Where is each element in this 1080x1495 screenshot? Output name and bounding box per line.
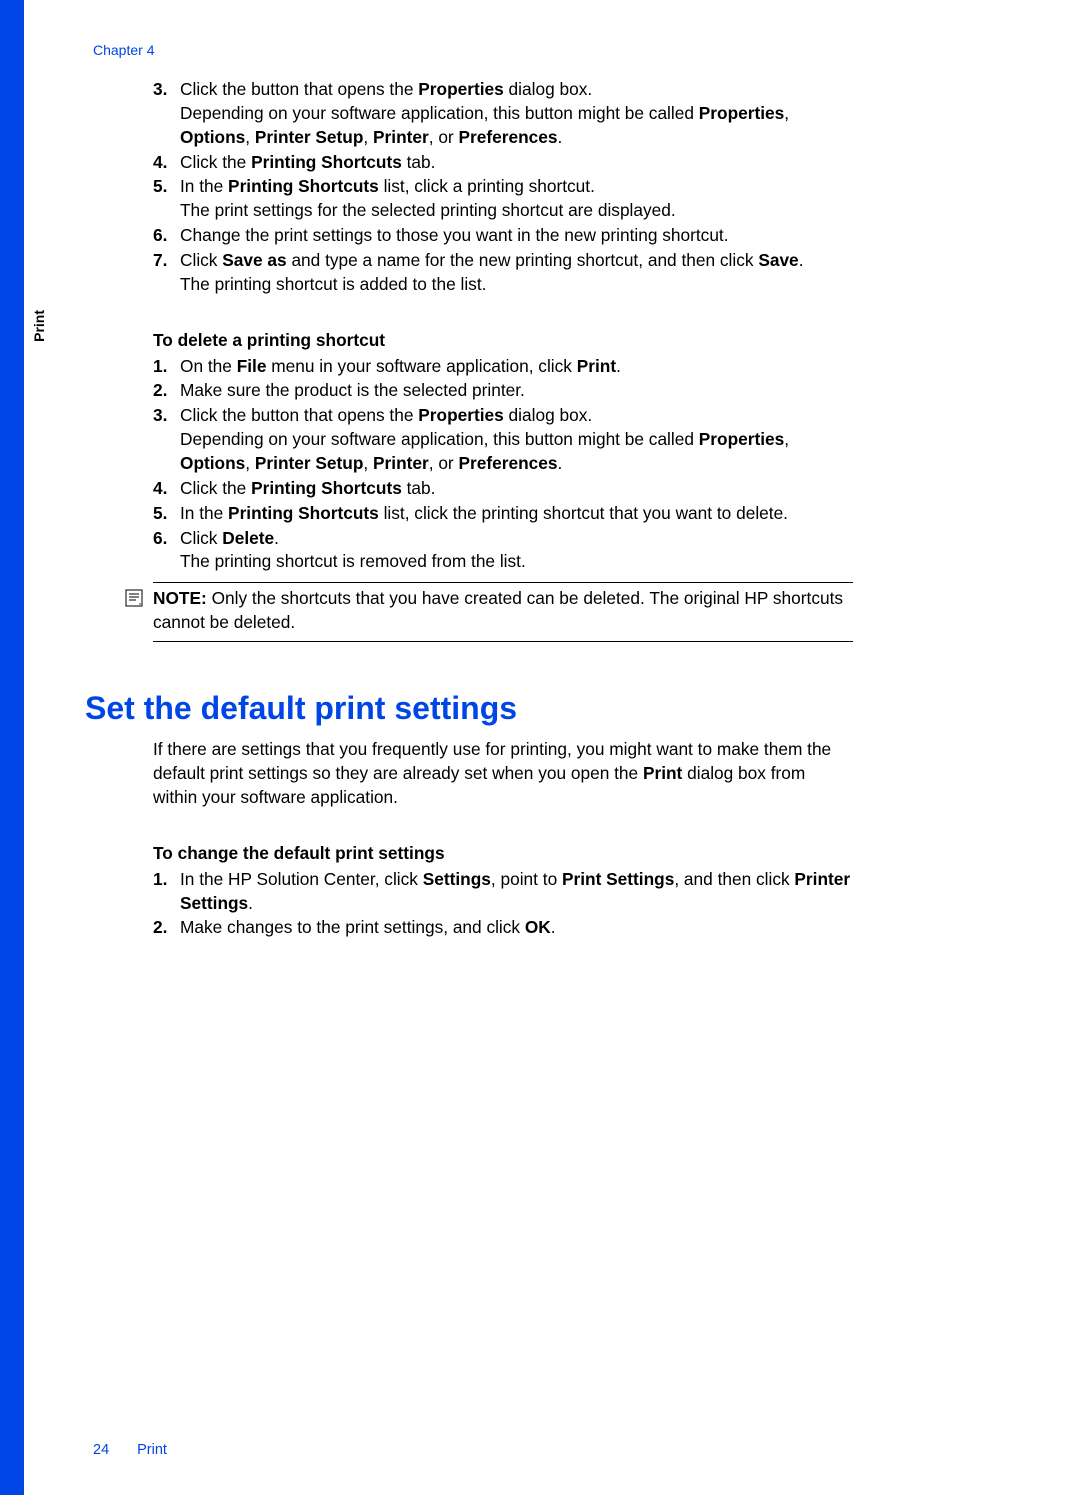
note-text: Only the shortcuts that you have created… <box>153 588 843 632</box>
text: list, click the printing shortcut that y… <box>379 503 788 523</box>
text: and type a name for the new printing sho… <box>287 250 759 270</box>
bold-text: Printing Shortcuts <box>251 478 402 498</box>
text: . <box>616 356 621 376</box>
bold-text: Printer Setup <box>255 127 364 147</box>
text: On the <box>180 356 237 376</box>
text: Depending on your software application, … <box>180 103 699 123</box>
list-item: Click the Printing Shortcuts tab. <box>180 151 853 175</box>
chapter-header: Chapter 4 <box>93 42 154 58</box>
bold-text: Delete <box>222 528 274 548</box>
text: Click the button that opens the <box>180 405 418 425</box>
text: , and then click <box>674 869 794 889</box>
text: tab. <box>402 152 436 172</box>
steps-list-1: Click the button that opens the Properti… <box>153 78 853 297</box>
bold-text: Print Settings <box>562 869 674 889</box>
bold-text: Print <box>577 356 616 376</box>
list-item: Click Save as and type a name for the ne… <box>180 249 853 297</box>
bold-text: Printing Shortcuts <box>251 152 402 172</box>
bold-text: Print <box>643 763 682 783</box>
bold-text: Printing Shortcuts <box>228 176 379 196</box>
bold-text: Printer Setup <box>255 453 364 473</box>
text: Make changes to the print settings, and … <box>180 917 525 937</box>
list-item: On the File menu in your software applic… <box>180 355 853 379</box>
note-icon <box>125 589 143 614</box>
footer-title: Print <box>137 1442 167 1458</box>
list-item: In the Printing Shortcuts list, click th… <box>180 502 853 526</box>
section-heading: Set the default print settings <box>85 686 853 730</box>
bold-text: Preferences <box>459 453 558 473</box>
bold-text: File <box>237 356 267 376</box>
text: . <box>557 453 562 473</box>
text: Click the button that opens the <box>180 79 418 99</box>
text: Click the <box>180 152 251 172</box>
list-item: Make sure the product is the selected pr… <box>180 379 853 403</box>
list-item: Click the button that opens the Properti… <box>180 404 853 476</box>
bold-text: Printer <box>373 453 429 473</box>
text: . <box>557 127 562 147</box>
side-tab-label: Print <box>31 310 51 342</box>
bold-text: Properties <box>418 79 503 99</box>
text: tab. <box>402 478 436 498</box>
text: The print settings for the selected prin… <box>180 200 676 220</box>
page-content: Click the button that opens the Properti… <box>153 78 853 941</box>
text: dialog box. <box>504 79 592 99</box>
text: In the <box>180 503 228 523</box>
text: , <box>784 103 789 123</box>
steps-list-2: On the File menu in your software applic… <box>153 355 853 575</box>
text: Click the <box>180 478 251 498</box>
bold-text: Settings <box>423 869 491 889</box>
subheading-change-defaults: To change the default print settings <box>153 842 853 866</box>
text: In the <box>180 176 228 196</box>
intro-paragraph: If there are settings that you frequentl… <box>153 738 853 810</box>
text: Make sure the product is the selected pr… <box>180 380 525 400</box>
text: , point to <box>491 869 562 889</box>
text: . <box>248 893 253 913</box>
text: . <box>799 250 804 270</box>
page-footer: 24 Print <box>93 1442 167 1458</box>
bold-text: Printing Shortcuts <box>228 503 379 523</box>
bold-text: OK <box>525 917 551 937</box>
text: , <box>784 429 789 449</box>
list-item: Make changes to the print settings, and … <box>180 916 853 940</box>
text: , <box>363 127 373 147</box>
text: list, click a printing shortcut. <box>379 176 595 196</box>
steps-list-3: In the HP Solution Center, click Setting… <box>153 868 853 941</box>
text: Click <box>180 250 222 270</box>
subheading-delete-shortcut: To delete a printing shortcut <box>153 329 853 353</box>
text: . <box>274 528 279 548</box>
text: , <box>245 127 255 147</box>
list-item: Click Delete. The printing shortcut is r… <box>180 527 853 575</box>
note-label: NOTE: <box>153 588 207 608</box>
text: menu in your software application, click <box>266 356 576 376</box>
text: The printing shortcut is added to the li… <box>180 274 486 294</box>
list-item: Change the print settings to those you w… <box>180 224 853 248</box>
bold-text: Properties <box>699 103 784 123</box>
text: dialog box. <box>504 405 592 425</box>
page-number: 24 <box>93 1442 109 1458</box>
bold-text: Preferences <box>459 127 558 147</box>
bold-text: Options <box>180 127 245 147</box>
bold-text: Properties <box>699 429 784 449</box>
text: Click <box>180 528 222 548</box>
bold-text: Save as <box>222 250 286 270</box>
list-item: Click the Printing Shortcuts tab. <box>180 477 853 501</box>
text: , <box>245 453 255 473</box>
bold-text: Save <box>758 250 798 270</box>
text: Depending on your software application, … <box>180 429 699 449</box>
bold-text: Properties <box>418 405 503 425</box>
list-item: In the HP Solution Center, click Setting… <box>180 868 853 916</box>
text: . <box>551 917 556 937</box>
bold-text: Printer <box>373 127 429 147</box>
text: , or <box>429 453 459 473</box>
text: The printing shortcut is removed from th… <box>180 551 526 571</box>
text: Change the print settings to those you w… <box>180 225 729 245</box>
text: , or <box>429 127 459 147</box>
list-item: In the Printing Shortcuts list, click a … <box>180 175 853 223</box>
text: In the HP Solution Center, click <box>180 869 423 889</box>
bold-text: Options <box>180 453 245 473</box>
note-box: NOTE: Only the shortcuts that you have c… <box>153 582 853 642</box>
list-item: Click the button that opens the Properti… <box>180 78 853 150</box>
text: , <box>363 453 373 473</box>
side-blue-bar <box>0 0 24 1495</box>
